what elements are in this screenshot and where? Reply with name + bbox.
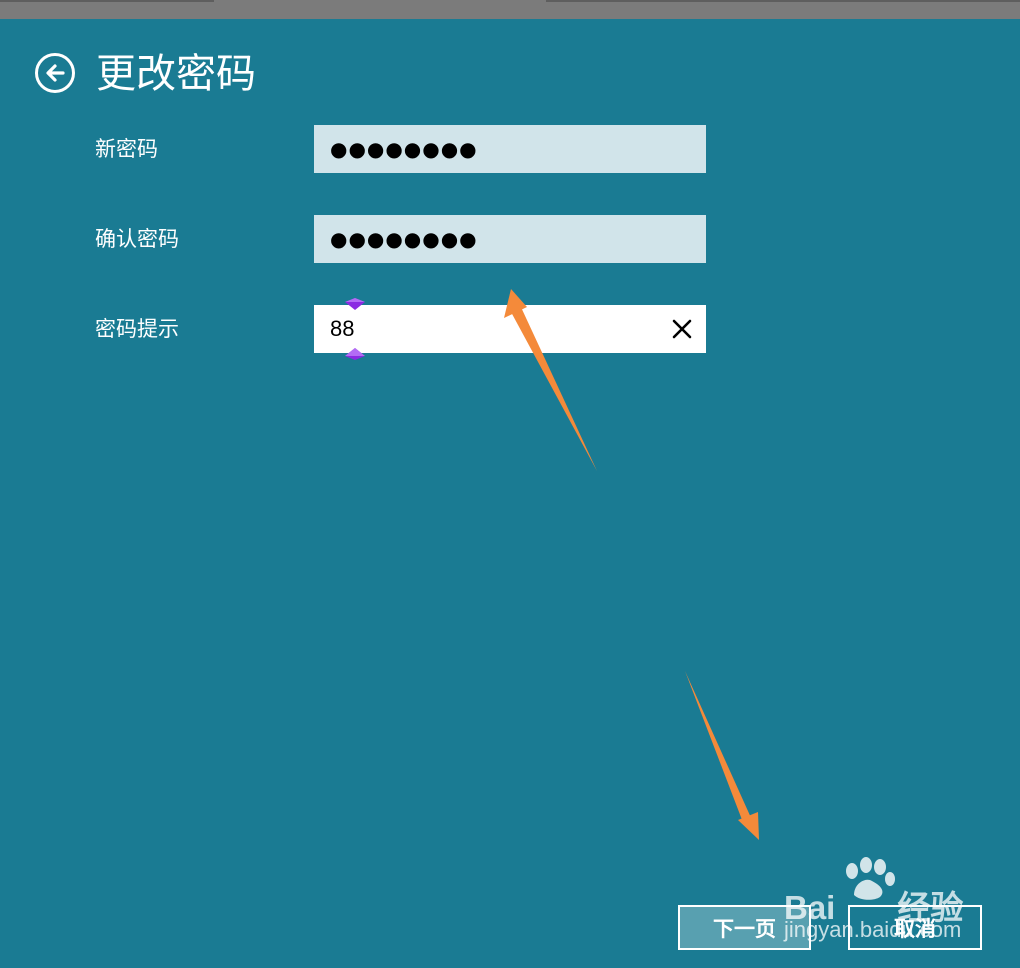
close-icon <box>672 319 692 339</box>
paw-logo-icon <box>846 857 895 900</box>
new-password-value: ●●●●●●●● <box>330 137 478 161</box>
cancel-button[interactable]: 取消 <box>848 905 982 950</box>
next-button[interactable]: 下一页 <box>678 905 811 950</box>
new-password-label: 新密码 <box>95 137 158 161</box>
selection-end-handle[interactable] <box>344 347 366 361</box>
page-title: 更改密码 <box>96 51 256 97</box>
confirm-password-field[interactable]: ●●●●●●●● <box>314 215 706 263</box>
password-hint-field[interactable]: 88 <box>314 305 706 353</box>
confirm-password-value: ●●●●●●●● <box>330 227 478 251</box>
arrow-left-circle-icon <box>46 64 65 82</box>
window-top-bar <box>0 0 1020 19</box>
top-bar-edge <box>0 0 214 2</box>
password-hint-label: 密码提示 <box>95 317 179 341</box>
top-bar-edge <box>546 0 1020 2</box>
selection-start-handle[interactable] <box>344 297 366 311</box>
annotation-arrow <box>685 671 759 840</box>
back-button[interactable] <box>35 53 75 93</box>
confirm-password-label: 确认密码 <box>95 227 179 251</box>
new-password-field[interactable]: ●●●●●●●● <box>314 125 706 173</box>
password-hint-value: 88 <box>330 316 355 341</box>
clear-button[interactable] <box>670 317 694 341</box>
